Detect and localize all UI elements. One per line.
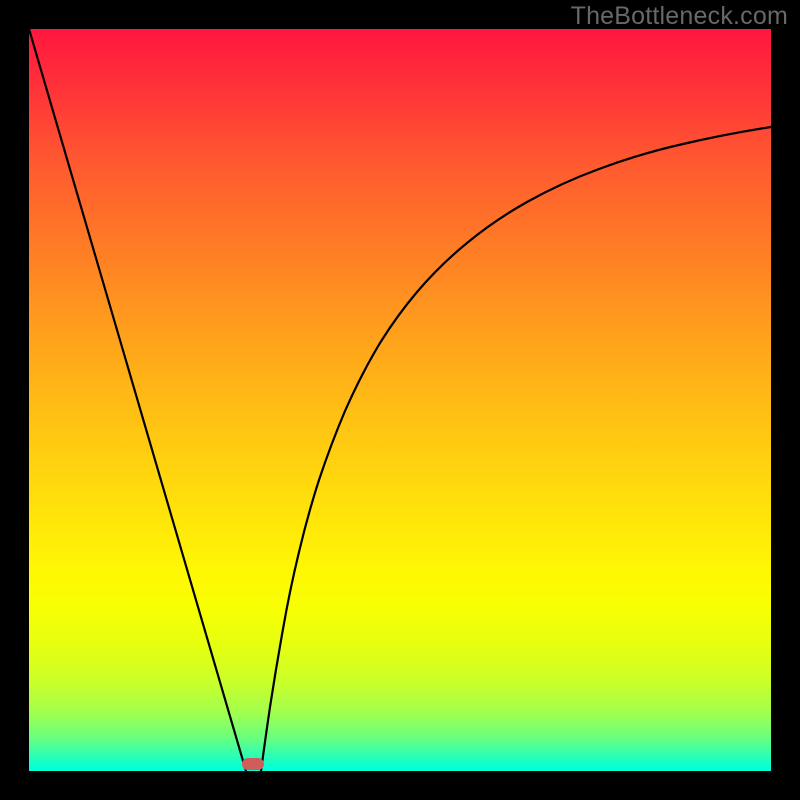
curve-svg bbox=[29, 29, 771, 771]
outer-frame: TheBottleneck.com bbox=[0, 0, 800, 800]
curve-right-branch bbox=[261, 127, 771, 771]
bottleneck-marker bbox=[242, 758, 264, 770]
watermark-text: TheBottleneck.com bbox=[571, 2, 788, 31]
plot-area bbox=[29, 29, 771, 771]
curve-left-branch bbox=[29, 29, 246, 771]
